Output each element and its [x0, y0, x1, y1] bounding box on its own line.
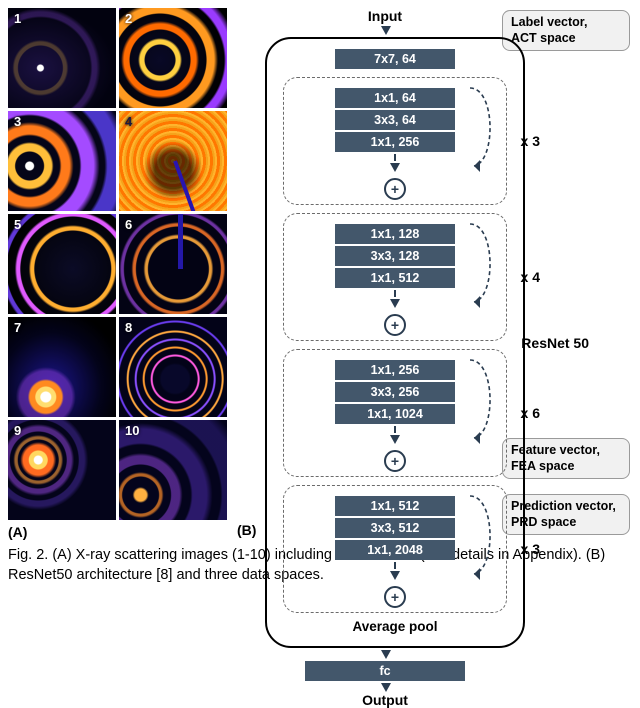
dashed-arrow-icon	[290, 426, 500, 444]
xray-tile-5: 5	[8, 214, 116, 314]
arrow-down-icon	[381, 683, 391, 692]
repeat-count: x 3	[521, 541, 540, 557]
tile-number: 6	[125, 217, 132, 232]
conv-layer: 3x3, 256	[335, 382, 455, 402]
conv-layer: 3x3, 64	[335, 110, 455, 130]
xray-tile-7: 7	[8, 317, 116, 417]
conv-layer: 1x1, 1024	[335, 404, 455, 424]
input-label: Input	[265, 8, 505, 24]
sum-node-icon: +	[384, 450, 406, 472]
fc-layer: fc	[305, 661, 465, 681]
tile-number: 3	[14, 114, 21, 129]
xray-tile-6: 6	[119, 214, 227, 314]
xray-pattern	[8, 214, 116, 314]
xray-pattern	[119, 214, 227, 314]
conv-layer: 1x1, 512	[335, 268, 455, 288]
side-label-prd-text: Prediction vector, PRD space	[511, 499, 616, 529]
xray-tile-2: 2	[119, 8, 227, 108]
conv-layer: 3x3, 512	[335, 518, 455, 538]
tile-number: 4	[125, 114, 132, 129]
sum-node-icon: +	[384, 178, 406, 200]
tile-number: 8	[125, 320, 132, 335]
repeat-count: x 3	[521, 133, 540, 149]
conv-layer: 1x1, 2048	[335, 540, 455, 560]
xray-tile-10: 10	[119, 420, 227, 520]
conv-layer: 1x1, 512	[335, 496, 455, 516]
xray-pattern	[119, 8, 227, 108]
xray-tile-4: 4	[119, 111, 227, 211]
panel-a-wrap: 1 2 3 4 5 6 7	[8, 8, 227, 540]
repeat-count: x 6	[521, 405, 540, 421]
xray-tile-3: 3	[8, 111, 116, 211]
res-block-2: 1x1, 128 3x3, 128 1x1, 512 + x 4	[283, 213, 507, 341]
panel-b-tag: (B)	[237, 522, 256, 538]
res-block-3: 1x1, 256 3x3, 256 1x1, 1024 + x 6	[283, 349, 507, 477]
conv-layer: 1x1, 64	[335, 88, 455, 108]
conv-layer: 3x3, 128	[335, 246, 455, 266]
xray-tile-9: 9	[8, 420, 116, 520]
xray-pattern	[8, 317, 116, 417]
xray-pattern	[8, 420, 116, 520]
res-block-1: 1x1, 64 3x3, 64 1x1, 256 + x 3	[283, 77, 507, 205]
xray-tile-1: 1	[8, 8, 116, 108]
side-label-act: Label vector, ACT space	[502, 10, 630, 51]
stem-layer: 7x7, 64	[335, 49, 455, 69]
side-label-act-text: Label vector, ACT space	[511, 15, 587, 45]
resnet-outline: ResNet 50 7x7, 64 1x1, 64 3x3, 64 1x1, 2…	[265, 37, 525, 648]
arrow-down-icon	[381, 26, 391, 35]
xray-pattern	[119, 317, 227, 417]
conv-layer: 1x1, 256	[335, 132, 455, 152]
conv-layer: 1x1, 128	[335, 224, 455, 244]
xray-tile-8: 8	[119, 317, 227, 417]
tile-number: 7	[14, 320, 21, 335]
conv-layer: 1x1, 256	[335, 360, 455, 380]
figure: 1 2 3 4 5 6 7	[8, 8, 632, 540]
xray-image-grid: 1 2 3 4 5 6 7	[8, 8, 227, 520]
panel-b-wrap: Label vector, ACT space Feature vector, …	[237, 8, 632, 536]
tile-number: 9	[14, 423, 21, 438]
sum-node-icon: +	[384, 586, 406, 608]
dashed-arrow-icon	[290, 154, 500, 172]
tile-number: 10	[125, 423, 139, 438]
tile-number: 1	[14, 11, 21, 26]
tile-number: 5	[14, 217, 21, 232]
xray-pattern	[119, 111, 227, 211]
dashed-arrow-icon	[290, 290, 500, 308]
sum-node-icon: +	[384, 314, 406, 336]
xray-pattern	[8, 8, 116, 108]
repeat-count: x 4	[521, 269, 540, 285]
output-label: Output	[265, 692, 505, 708]
xray-pattern	[8, 111, 116, 211]
arrow-down-icon	[381, 650, 391, 659]
panel-a-tag: (A)	[8, 524, 227, 540]
tile-number: 2	[125, 11, 132, 26]
resnet-name: ResNet 50	[521, 335, 589, 351]
dashed-arrow-icon	[290, 562, 500, 580]
avg-pool-label: Average pool	[275, 619, 515, 634]
